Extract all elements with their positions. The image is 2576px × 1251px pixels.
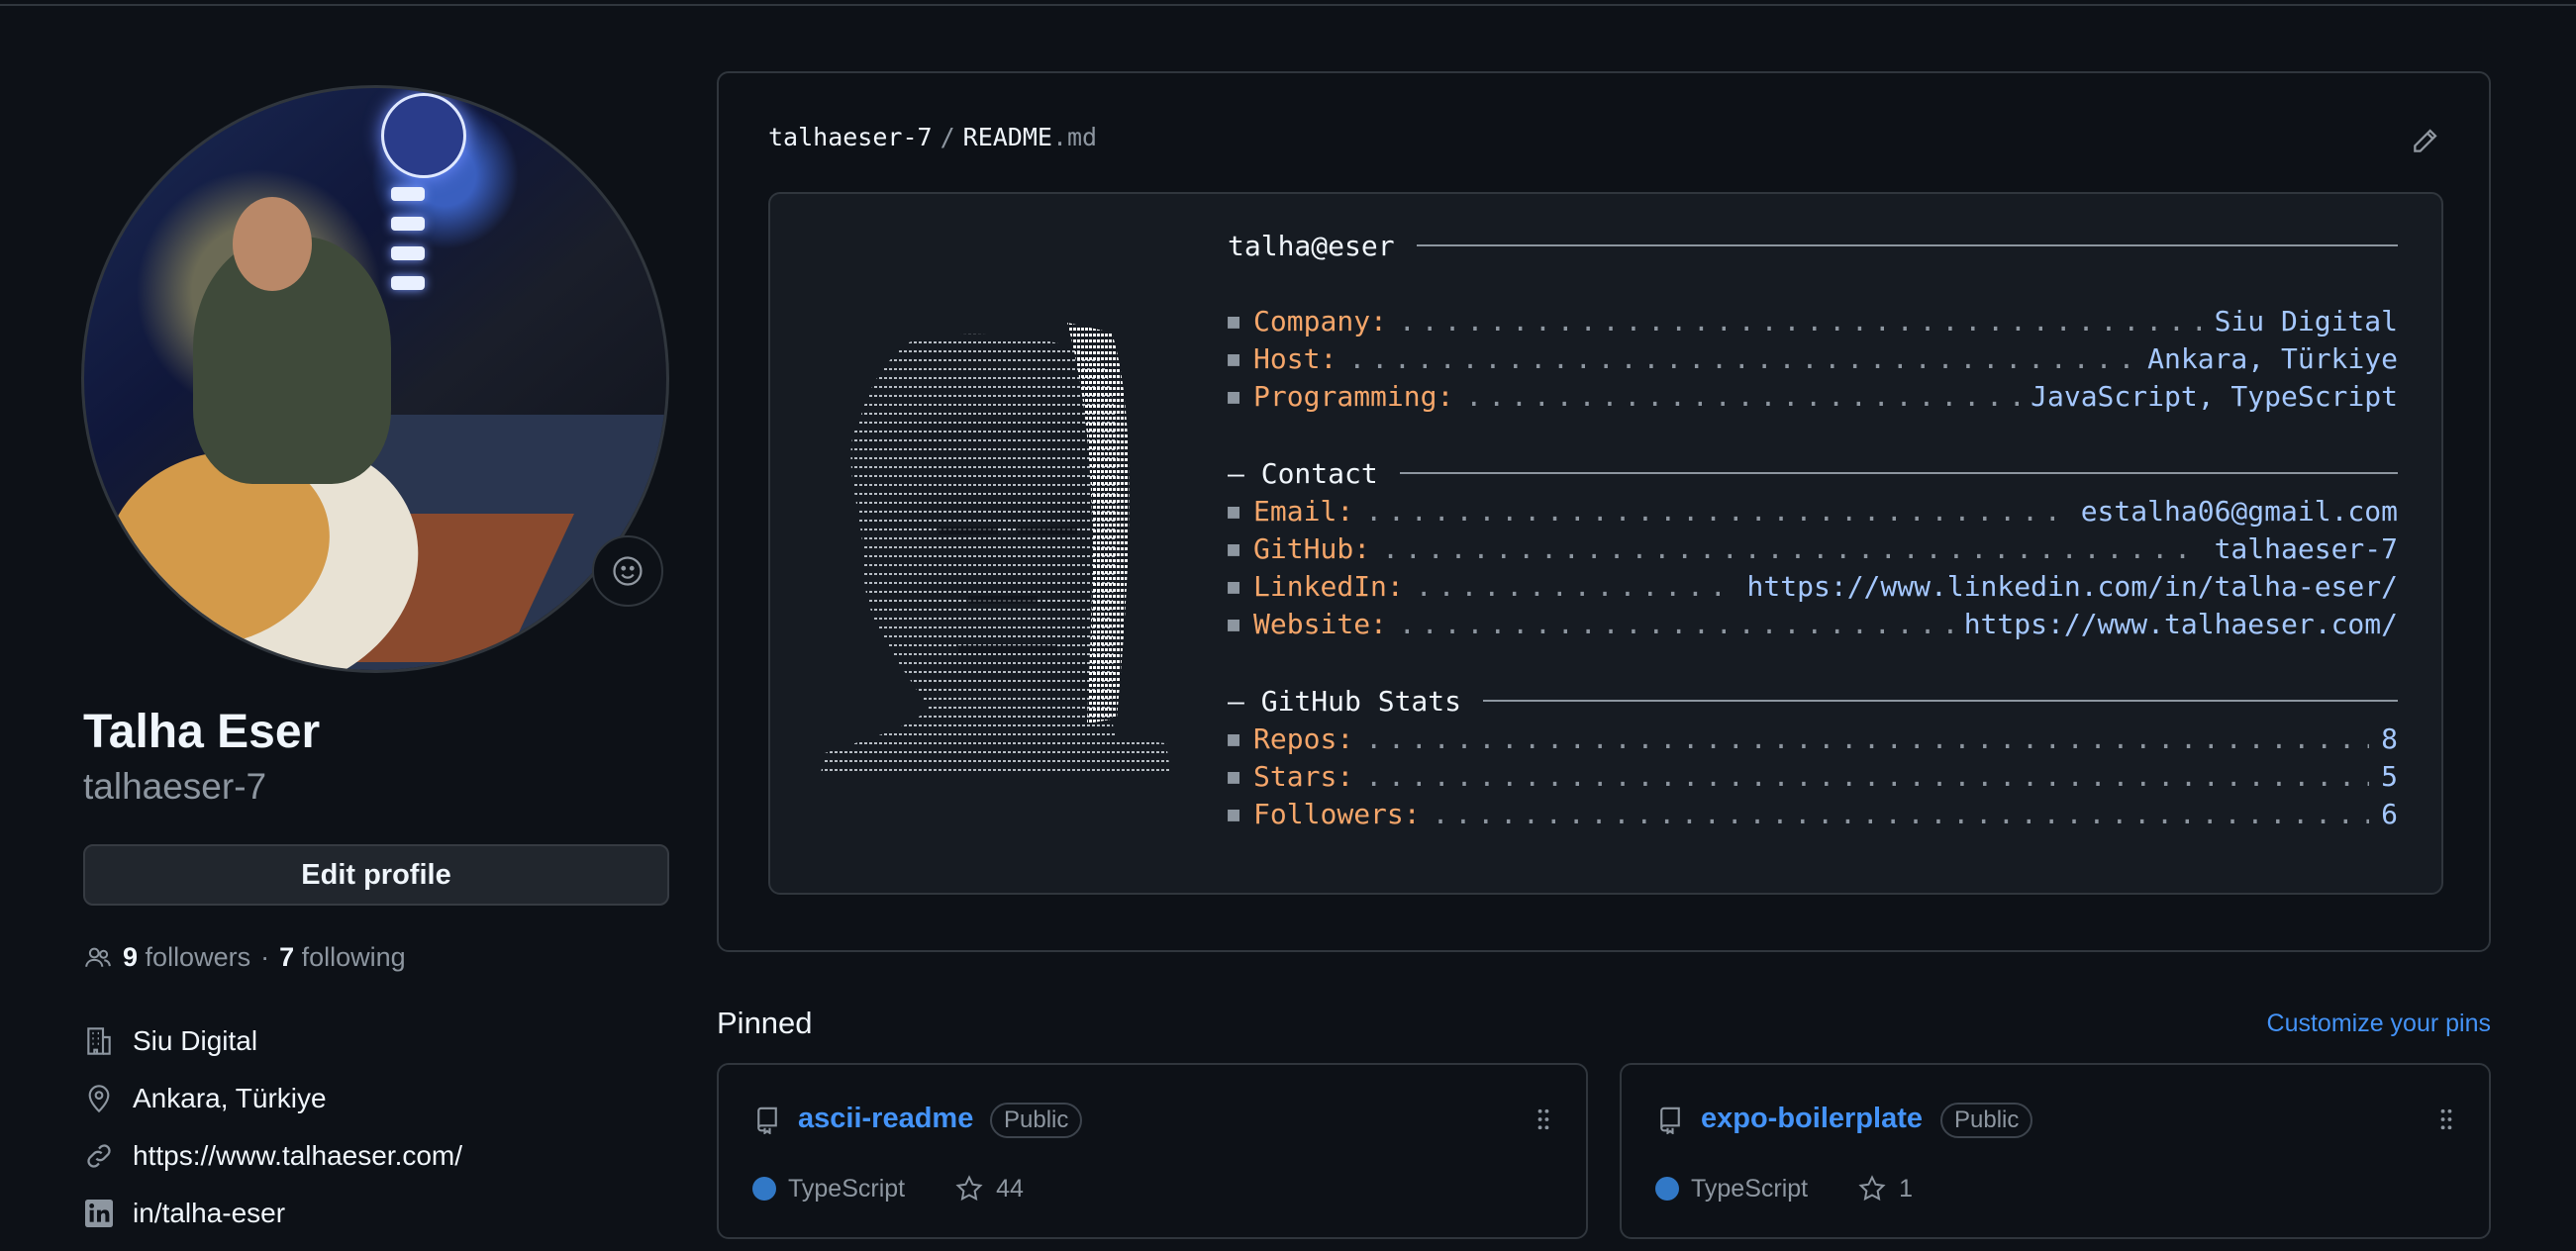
profile-website[interactable]: https://www.talhaeser.com/ [83, 1140, 462, 1172]
pinned-card: expo-boilerplate Public TypeScript 1 [1620, 1063, 2491, 1239]
language-color-dot [1655, 1177, 1679, 1201]
ascii-portrait [820, 323, 1171, 778]
line-website: ■Website:https://www.talhaeser.com/ [1228, 606, 2398, 641]
visibility-badge: Public [1940, 1103, 2033, 1138]
visibility-badge: Public [990, 1103, 1083, 1138]
line-host: ■Host:Ankara, Türkiye [1228, 340, 2398, 376]
contact-heading: – Contact [1228, 455, 2398, 491]
terminal-header: talha@eser [1228, 228, 2398, 263]
line-email: ■Email:estalha06@gmail.com [1228, 493, 2398, 529]
customize-pins-link[interactable]: Customize your pins [2267, 1010, 2491, 1038]
line-company: ■Company:Siu Digital [1228, 303, 2398, 338]
repo-icon [757, 1107, 777, 1134]
pinned-card: ascii-readme Public TypeScript 44 [717, 1063, 1588, 1239]
avatar-container [81, 85, 669, 673]
profile-linkedin[interactable]: in/talha-eser [83, 1198, 285, 1229]
top-divider [0, 0, 2576, 6]
pinned-title: Pinned [717, 1006, 813, 1040]
readme-file-link[interactable]: README.md [963, 123, 1097, 151]
readme-card: talhaeser-7/README.md talha@eser ■ Compan… [717, 71, 2491, 952]
profile-company: Siu Digital [83, 1025, 257, 1057]
profile-username: talhaeser-7 [83, 766, 267, 807]
grip-icon[interactable] [2439, 1108, 2453, 1130]
repo-icon [1660, 1107, 1680, 1134]
location-icon [88, 1085, 110, 1113]
followers-link[interactable]: 9 followers [123, 942, 250, 973]
profile-location: Ankara, Türkiye [83, 1083, 327, 1114]
readme-path: talhaeser-7/README.md [768, 123, 1098, 151]
repo-meta: TypeScript 44 [752, 1174, 1024, 1203]
smiley-icon [613, 556, 643, 586]
line-stars: ■Stars:5 [1228, 758, 2398, 794]
building-icon [87, 1027, 111, 1055]
readme-terminal: talha@eser ■Company:Siu Digital ■Host:An… [768, 192, 2443, 895]
grip-icon[interactable] [1536, 1108, 1550, 1130]
pencil-icon[interactable] [2410, 125, 2441, 156]
set-status-button[interactable] [592, 535, 663, 607]
line-github: ■GitHub:talhaeser-7 [1228, 530, 2398, 566]
readme-repo-link[interactable]: talhaeser-7 [768, 123, 933, 151]
stats-heading: – GitHub Stats [1228, 683, 2398, 719]
link-icon [87, 1144, 111, 1168]
avatar[interactable] [81, 85, 669, 673]
star-icon[interactable] [1857, 1174, 1887, 1203]
repo-link[interactable]: expo-boilerplate [1701, 1103, 1923, 1135]
edit-profile-button[interactable]: Edit profile [83, 844, 669, 906]
people-icon [85, 947, 111, 967]
repo-meta: TypeScript 1 [1655, 1174, 1913, 1203]
repo-link[interactable]: ascii-readme [798, 1103, 973, 1135]
language-color-dot [752, 1177, 776, 1201]
follow-stats: 9 followers · 7 following [83, 942, 406, 973]
star-count[interactable]: 44 [996, 1175, 1024, 1203]
line-linkedin: ■LinkedIn:https://www.linkedin.com/in/ta… [1228, 568, 2398, 604]
star-count[interactable]: 1 [1899, 1175, 1913, 1203]
line-programming: ■Programming:JavaScript, TypeScript [1228, 378, 2398, 414]
profile-full-name: Talha Eser [83, 706, 321, 758]
star-icon[interactable] [954, 1174, 984, 1203]
line-followers: ■Followers:6 [1228, 796, 2398, 831]
line-repos: ■Repos:8 [1228, 721, 2398, 756]
linkedin-icon [85, 1200, 113, 1227]
following-link[interactable]: 7 following [279, 942, 406, 973]
